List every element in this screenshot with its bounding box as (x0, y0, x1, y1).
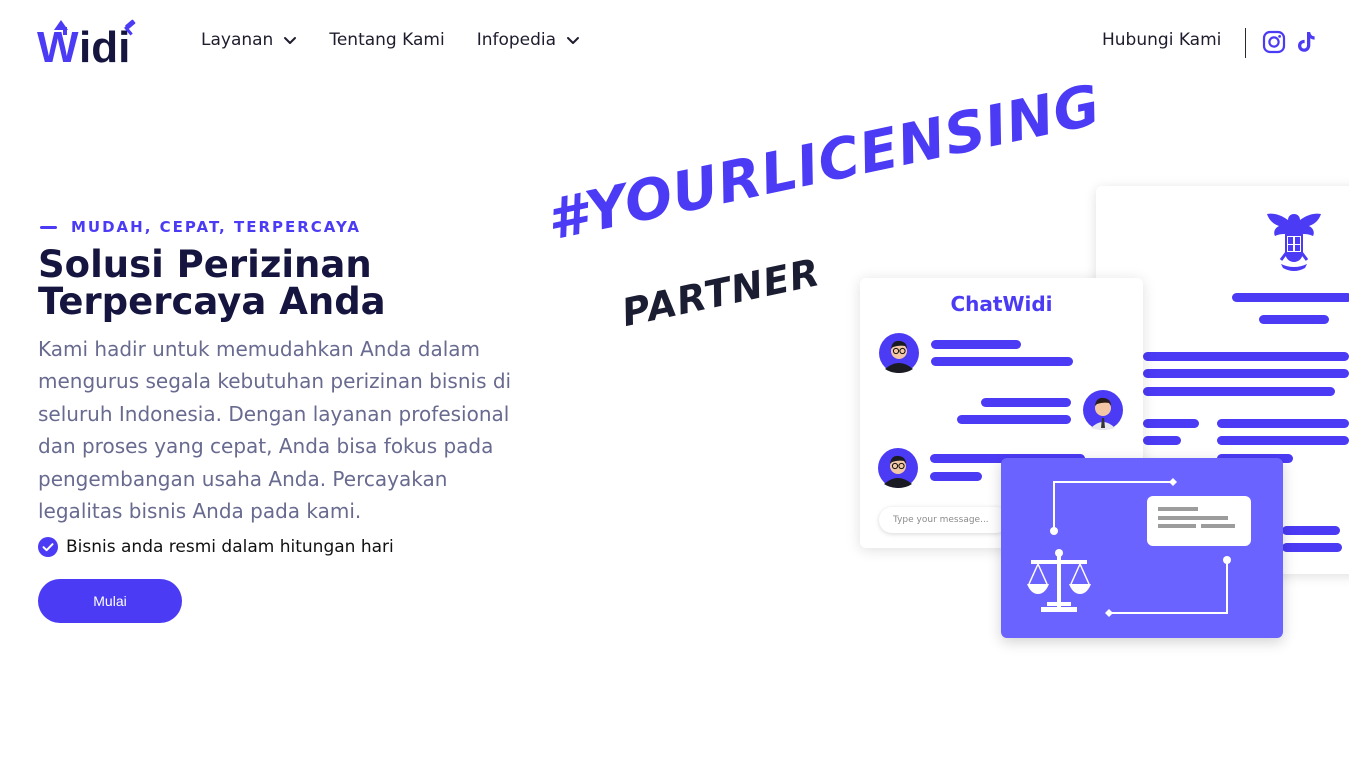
nav-infopedia[interactable]: Infopedia (477, 30, 580, 50)
chevron-down-icon (283, 33, 297, 47)
agent-avatar (1083, 390, 1123, 430)
document-text-line (1143, 387, 1335, 396)
eyebrow-text: MUDAH, CEPAT, TERPERCAYA (71, 218, 362, 236)
user-avatar (879, 333, 919, 373)
hero-title-line2: Terpercaya Anda (38, 280, 386, 323)
site-header: W idi Layanan Tentang Kami Infopedia Hub… (0, 0, 1349, 86)
hashtag-headline: #YOURLICENSING (541, 72, 1107, 254)
scales-of-justice-icon (1027, 549, 1091, 612)
contact-link[interactable]: Hubungi Kami (1102, 30, 1221, 50)
nav-infopedia-label: Infopedia (476, 30, 557, 50)
chat-message-line (931, 340, 1021, 349)
document-text-line (1143, 436, 1181, 445)
hero-description: Kami hadir untuk memudahkan Anda dalam m… (38, 337, 512, 524)
garuda-emblem-icon (1263, 208, 1325, 274)
document-text-line (1143, 419, 1199, 428)
widi-logo[interactable]: W idi (37, 16, 139, 66)
hero-title-line1: Solusi Perizinan (38, 243, 372, 286)
chat-message-line (981, 398, 1071, 407)
user-avatar (878, 448, 918, 488)
partner-tagline: PARTNER (618, 250, 825, 336)
nav-tentang-kami-label: Tentang Kami (329, 30, 445, 50)
logo-mark: W idi (37, 19, 136, 66)
chevron-down-icon (566, 33, 580, 47)
document-text-line (1143, 352, 1349, 361)
chat-message-line (931, 357, 1073, 366)
document-text-line (1259, 315, 1329, 324)
check-circle-icon (38, 537, 58, 557)
nav-layanan-label: Layanan (201, 30, 274, 50)
legal-card (1001, 458, 1283, 638)
document-text-line (1282, 526, 1340, 535)
chat-title: ChatWidi (950, 292, 1053, 316)
nav-layanan[interactable]: Layanan (201, 30, 297, 50)
nav-tentang-kami[interactable]: Tentang Kami (329, 30, 444, 50)
document-text-line (1217, 419, 1349, 428)
eyebrow-dash (40, 225, 57, 229)
header-divider (1245, 28, 1246, 58)
document-text-line (1232, 293, 1349, 302)
tiktok-icon[interactable] (1294, 30, 1318, 54)
instagram-icon[interactable] (1262, 30, 1286, 54)
svg-text:idi: idi (79, 23, 130, 66)
start-button[interactable]: Mulai (38, 579, 182, 623)
hero-title: Solusi Perizinan Terpercaya Anda (38, 246, 498, 320)
checkpoint-text: Bisnis anda resmi dalam hitungan hari (66, 537, 394, 557)
document-text-line (1282, 543, 1342, 552)
hero-checkpoint: Bisnis anda resmi dalam hitungan hari (38, 537, 394, 557)
hero-eyebrow: MUDAH, CEPAT, TERPERCAYA (40, 218, 361, 236)
chat-message-line (930, 472, 982, 481)
chat-message-line (957, 415, 1071, 424)
document-text-line (1143, 369, 1349, 378)
document-text-line (1217, 436, 1349, 445)
main-nav: Layanan Tentang Kami Infopedia (201, 30, 612, 50)
chat-message-input: Type your message... (879, 507, 1009, 533)
